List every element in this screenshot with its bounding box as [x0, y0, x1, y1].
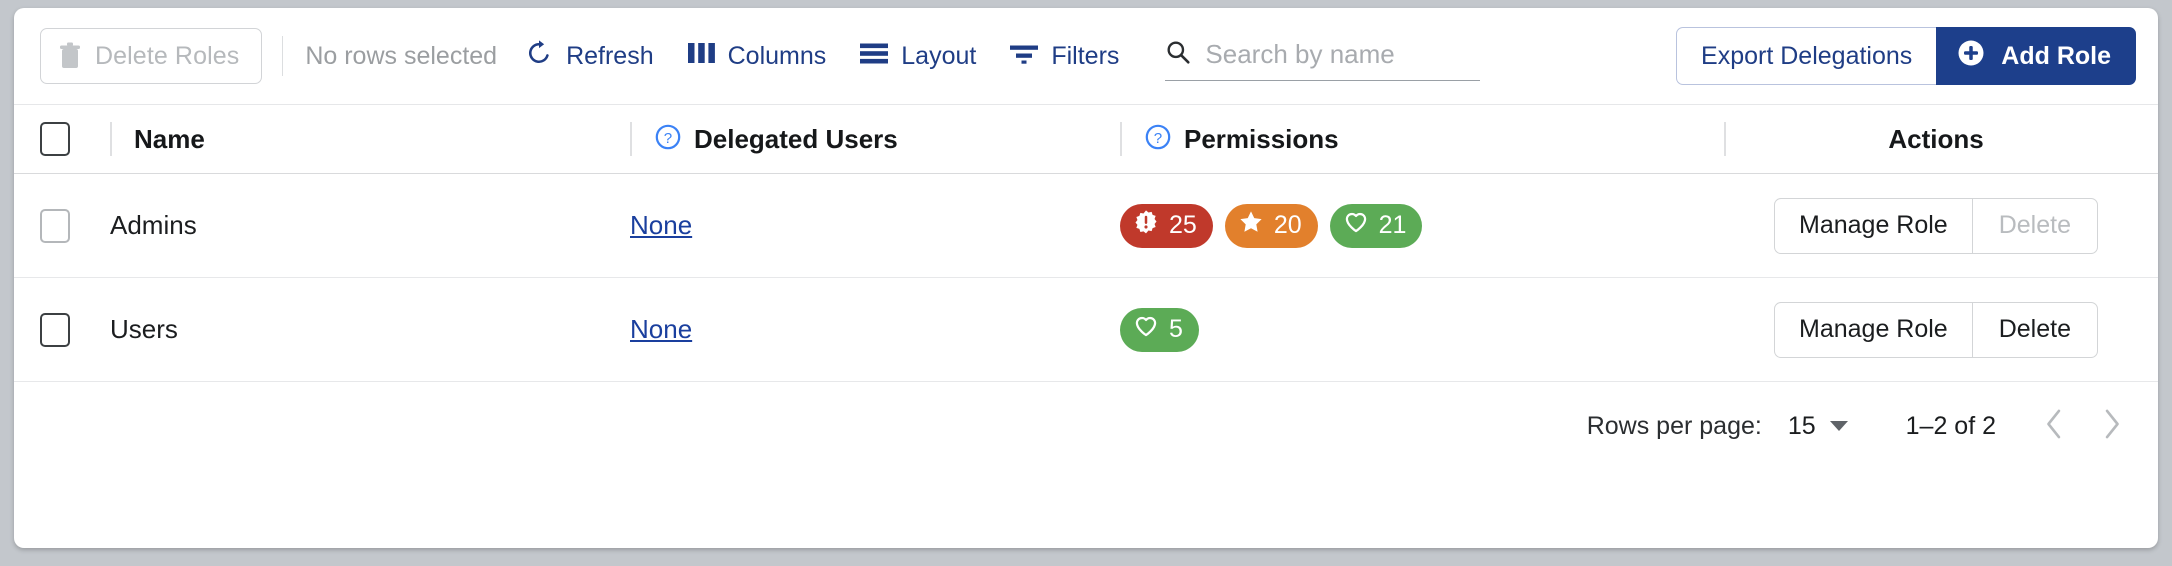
header-label-name: Name: [134, 123, 205, 154]
row-permissions-cell: 25 20 21: [1120, 203, 1736, 248]
filter-icon: [1010, 41, 1039, 72]
row-actions-group: Manage Role Delete: [1774, 301, 2098, 358]
permission-badges: 5: [1120, 307, 1199, 352]
permission-count: 21: [1378, 211, 1407, 239]
header-label-permissions: Permissions: [1184, 123, 1339, 154]
table-row[interactable]: Users None 5 Manage Role Delete: [14, 278, 2158, 382]
burst-alert-icon: [1133, 209, 1159, 242]
column-divider: [1120, 122, 1122, 156]
pagination-controls: [2042, 407, 2124, 446]
chevron-right-icon[interactable]: [2098, 407, 2124, 446]
role-name: Admins: [110, 210, 197, 240]
search-icon: [1165, 39, 1191, 70]
header-label-actions: Actions: [1888, 123, 1984, 154]
star-icon: [1238, 209, 1264, 242]
permission-badges: 25 20 21: [1120, 203, 1423, 248]
toolbar-actions: Refresh Columns Layout Filters: [525, 39, 1119, 74]
table-row[interactable]: Admins None 25 20 21 Manage Role Delete: [14, 174, 2158, 278]
row-select-cell: [40, 312, 110, 347]
heart-icon: [1343, 209, 1369, 242]
permission-count: 5: [1169, 315, 1183, 343]
columns-icon: [687, 41, 715, 72]
header-cell-delegated-users[interactable]: ? Delegated Users: [630, 122, 1120, 156]
layout-icon: [860, 41, 889, 72]
row-actions-group: Manage Role Delete: [1774, 197, 2098, 254]
rows-per-page-select[interactable]: 15: [1788, 412, 1848, 441]
svg-text:?: ?: [664, 129, 672, 146]
search-input[interactable]: [1203, 38, 1481, 71]
delegated-users-link[interactable]: None: [630, 314, 692, 345]
chevron-left-icon[interactable]: [2042, 407, 2068, 446]
header-label-delegated-users: Delegated Users: [694, 123, 898, 154]
permission-count: 25: [1169, 211, 1197, 239]
refresh-icon: [525, 39, 553, 74]
primary-actions: Export Delegations Add Role: [1676, 27, 2136, 85]
rows-per-page-label: Rows per page:: [1586, 411, 1762, 440]
layout-label: Layout: [901, 41, 977, 70]
chevron-down-icon: [1829, 421, 1848, 431]
column-divider: [1724, 122, 1726, 156]
delete-role-button[interactable]: Delete: [1971, 301, 2098, 358]
help-circle-icon[interactable]: ?: [654, 123, 682, 156]
role-name: Users: [110, 314, 178, 344]
permission-badge-standard[interactable]: 21: [1329, 203, 1423, 248]
row-checkbox[interactable]: [40, 208, 70, 243]
columns-button[interactable]: Columns: [687, 41, 827, 72]
row-checkbox[interactable]: [40, 312, 70, 347]
toolbar-divider: [282, 36, 284, 76]
permission-badge-critical[interactable]: 25: [1120, 203, 1213, 248]
search-container: [1165, 31, 1481, 81]
pagination-range: 1–2 of 2: [1905, 411, 1996, 440]
table-header-row: Name ? Delegated Users ? Permissions Act…: [14, 104, 2158, 174]
row-permissions-cell: 5: [1120, 307, 1736, 352]
row-actions-cell: Manage Role Delete: [1736, 197, 2136, 254]
delegated-users-link[interactable]: None: [630, 210, 692, 241]
table-footer: Rows per page: 15 1–2 of 2: [14, 382, 2158, 470]
selection-status: No rows selected: [305, 41, 498, 70]
layout-button[interactable]: Layout: [860, 41, 976, 72]
row-actions-cell: Manage Role Delete: [1736, 301, 2136, 358]
header-cell-actions: Actions: [1724, 122, 2136, 156]
header-cell-permissions[interactable]: ? Permissions: [1120, 122, 1736, 156]
svg-text:?: ?: [1154, 129, 1162, 146]
refresh-label: Refresh: [566, 41, 654, 70]
plus-circle-icon: [1956, 38, 1986, 75]
select-all-checkbox[interactable]: [40, 122, 70, 156]
table-toolbar: Delete Roles No rows selected Refresh Co…: [14, 8, 2158, 104]
permission-count: 20: [1273, 211, 1302, 239]
column-divider: [630, 122, 632, 156]
row-name-cell: Users: [110, 314, 630, 345]
header-cell-name[interactable]: Name: [110, 122, 630, 156]
manage-role-button[interactable]: Manage Role: [1774, 197, 1972, 254]
row-select-cell: [40, 208, 110, 243]
delete-roles-label: Delete Roles: [95, 41, 240, 70]
rows-per-page-value: 15: [1787, 411, 1816, 440]
add-role-button[interactable]: Add Role: [1936, 27, 2136, 85]
trash-icon: [59, 42, 81, 70]
help-circle-icon[interactable]: ?: [1144, 123, 1172, 156]
permission-badge-high[interactable]: 20: [1224, 203, 1318, 248]
row-delegated-users-cell: None: [630, 314, 1120, 345]
row-delegated-users-cell: None: [630, 210, 1120, 241]
header-cell-select: [40, 122, 110, 156]
delete-roles-button[interactable]: Delete Roles: [40, 28, 263, 84]
permission-badge-standard[interactable]: 5: [1120, 307, 1199, 352]
add-role-label: Add Role: [2001, 41, 2111, 70]
columns-label: Columns: [727, 41, 827, 70]
filters-label: Filters: [1051, 41, 1120, 70]
refresh-button[interactable]: Refresh: [525, 39, 654, 74]
export-delegations-button[interactable]: Export Delegations: [1676, 27, 1937, 85]
row-name-cell: Admins: [110, 210, 630, 241]
roles-panel: Delete Roles No rows selected Refresh Co…: [14, 8, 2158, 548]
delete-role-button: Delete: [1971, 197, 2098, 254]
export-delegations-label: Export Delegations: [1701, 41, 1913, 70]
heart-icon: [1133, 313, 1159, 346]
column-divider: [110, 122, 112, 156]
filters-button[interactable]: Filters: [1010, 41, 1119, 72]
manage-role-button[interactable]: Manage Role: [1774, 301, 1972, 358]
